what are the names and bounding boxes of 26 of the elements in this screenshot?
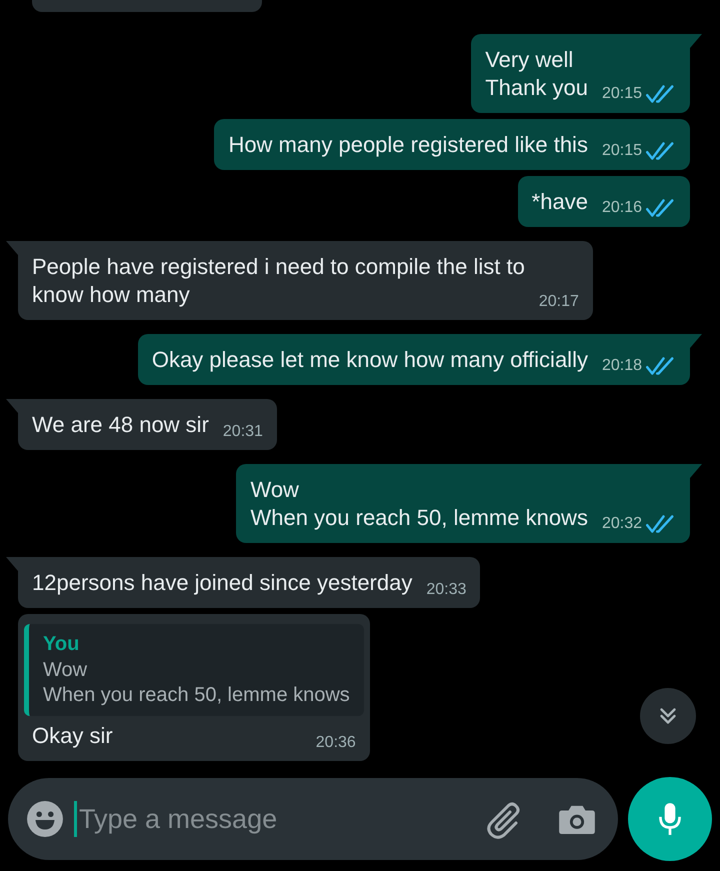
message-time: 20:15 [602, 85, 642, 103]
message-time: 20:17 [538, 293, 579, 311]
message-field[interactable]: Type a message [77, 802, 476, 836]
microphone-icon [657, 802, 683, 836]
message-time: 20:18 [602, 357, 642, 375]
message-time: 20:16 [602, 199, 642, 217]
message-text: Okay sir [32, 722, 113, 750]
message-text: Wow When you reach 50, lemme knows [250, 476, 588, 532]
message-time: 20:31 [222, 423, 263, 441]
quoted-message[interactable]: You Wow When you reach 50, lemme knows [24, 624, 364, 716]
message-text: How many people registered like this [228, 131, 588, 159]
emoji-icon[interactable] [26, 800, 64, 838]
message-time: 20:32 [602, 515, 642, 533]
message-text: Very well Thank you [485, 46, 588, 102]
quote-text: Wow When you reach 50, lemme knows [43, 658, 350, 708]
message-text: Okay please let me know how many officially [152, 346, 588, 374]
message-time: 20:15 [602, 142, 642, 160]
message-text: 12persons have joined since yesterday [32, 569, 412, 597]
quote-author: You [43, 632, 80, 657]
message-time: 20:36 [316, 734, 356, 752]
message-time: 20:33 [426, 581, 466, 599]
message-text: People have registered i need to compile the list to know how many [32, 253, 525, 309]
message-text: *have [532, 188, 588, 216]
message-text: We are 48 now sir [32, 411, 209, 439]
camera-icon[interactable] [558, 803, 596, 835]
message-input-bar[interactable]: Type a message [8, 778, 618, 860]
